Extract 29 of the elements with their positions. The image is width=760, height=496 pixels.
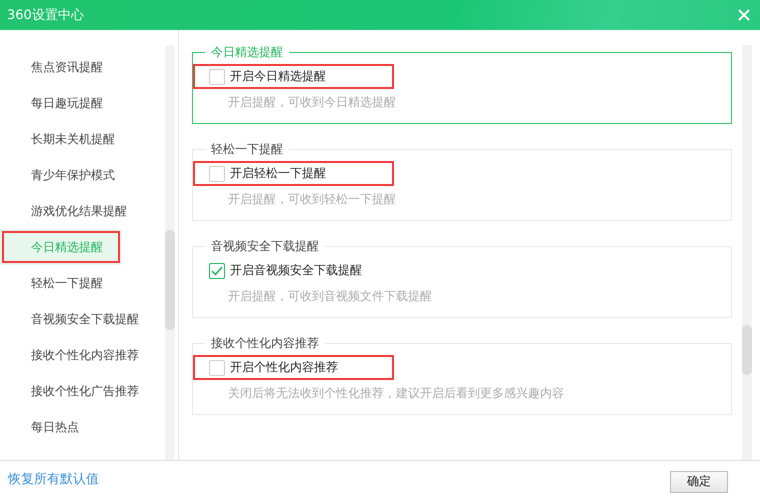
sidebar-item[interactable]: 每日热点 bbox=[0, 409, 162, 445]
description-text: 关闭后将无法收到个性化推荐，建议开启后看到更多感兴趣内容 bbox=[227, 385, 565, 402]
checkbox[interactable] bbox=[209, 68, 225, 84]
ok-button[interactable]: 确定 bbox=[670, 470, 728, 492]
sidebar-item[interactable]: 接收个性化内容推荐 bbox=[0, 337, 162, 373]
group-title: 音视频安全下载提醒 bbox=[210, 238, 320, 255]
checkbox[interactable] bbox=[209, 166, 225, 182]
description-text: 开启提醒，可收到音视频文件下载提醒 bbox=[227, 288, 433, 305]
description-text: 开启提醒，可收到轻松一下提醒 bbox=[227, 191, 397, 208]
sidebar-item[interactable]: 长期未关机提醒 bbox=[0, 121, 162, 157]
window-title: 360设置中心 bbox=[7, 7, 84, 24]
sidebar-item[interactable]: 接收个性化广告推荐 bbox=[0, 373, 162, 409]
sidebar-item[interactable]: 游戏优化结果提醒 bbox=[0, 193, 162, 229]
group-title: 今日精选提醒 bbox=[210, 44, 284, 61]
checkbox-label[interactable]: 开启今日精选提醒 bbox=[230, 68, 326, 85]
sidebar-item[interactable]: 音视频安全下载提醒 bbox=[0, 301, 162, 337]
group-title: 轻松一下提醒 bbox=[210, 141, 284, 158]
description-text: 开启提醒，可收到今日精选提醒 bbox=[227, 94, 397, 111]
checkbox-label[interactable]: 开启音视频安全下载提醒 bbox=[230, 262, 362, 279]
sidebar-item[interactable]: 焦点资讯提醒 bbox=[0, 49, 162, 85]
close-icon[interactable] bbox=[738, 9, 750, 21]
sidebar-item[interactable]: 每日趣玩提醒 bbox=[0, 85, 162, 121]
checkbox[interactable] bbox=[209, 262, 225, 278]
checkbox-label[interactable]: 开启轻松一下提醒 bbox=[230, 165, 326, 182]
checkbox[interactable] bbox=[209, 360, 225, 376]
sidebar-item[interactable]: 青少年保护模式 bbox=[0, 157, 162, 193]
sidebar-item[interactable]: 轻松一下提醒 bbox=[0, 265, 162, 301]
checkbox-label[interactable]: 开启个性化内容推荐 bbox=[230, 359, 338, 376]
group-title: 接收个性化内容推荐 bbox=[210, 335, 320, 352]
